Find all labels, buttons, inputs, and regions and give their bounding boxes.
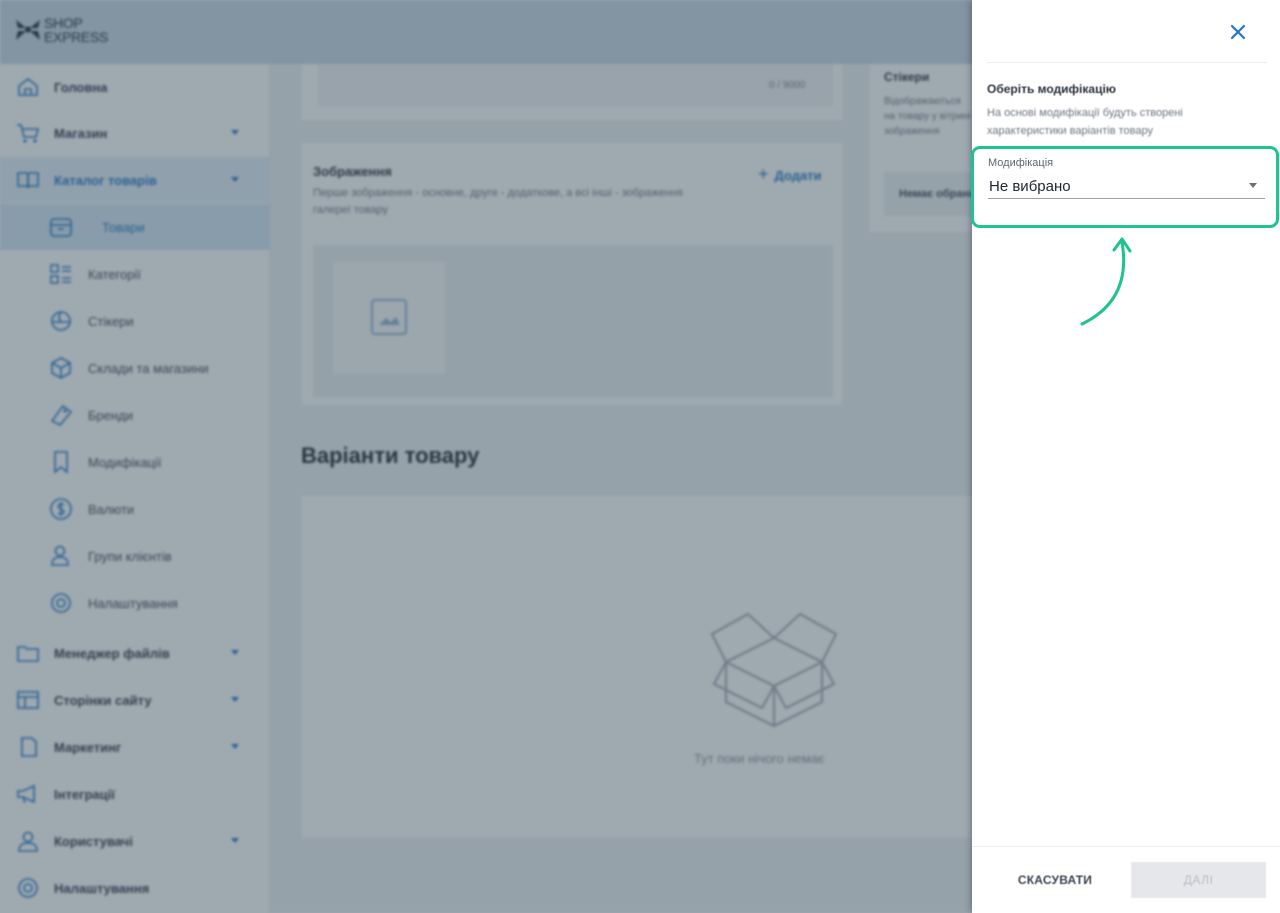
modification-field-label: Модифікація	[988, 157, 1054, 169]
modification-select[interactable]: Не вибрано	[988, 172, 1265, 199]
drawer-footer-divider	[972, 846, 1280, 847]
chevron-down-icon	[1249, 183, 1257, 188]
annotation-arrow-icon	[1080, 237, 1132, 326]
cancel-button[interactable]: СКАСУВАТИ	[1000, 862, 1110, 898]
close-icon[interactable]	[1227, 21, 1249, 43]
modal-overlay[interactable]	[0, 0, 972, 913]
modification-select-value: Не вибрано	[989, 178, 1071, 195]
drawer-divider	[987, 62, 1267, 63]
drawer-title: Оберіть модифікацію	[987, 82, 1117, 96]
drawer-description: На основі модифікації будуть створені ха…	[987, 107, 1183, 137]
next-button[interactable]: ДАЛІ	[1131, 862, 1266, 898]
